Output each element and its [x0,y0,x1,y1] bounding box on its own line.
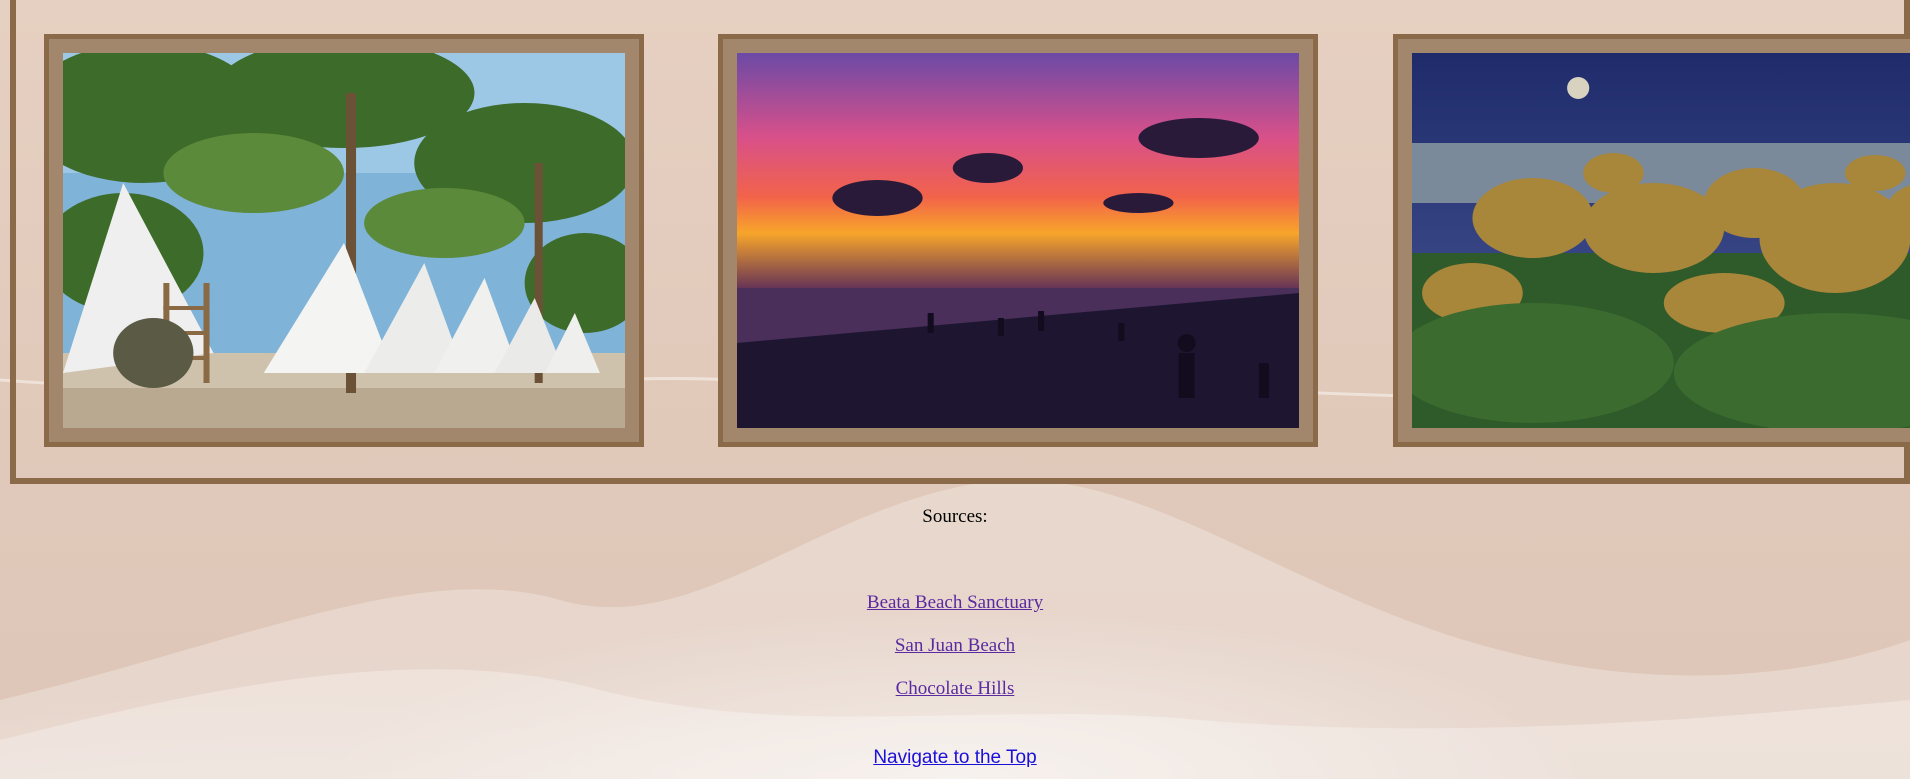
navigate-to-top-link[interactable]: Navigate to the Top [873,747,1036,768]
sources-heading: Sources: [922,506,988,527]
photo-frame-beach-huts [44,34,644,447]
source-links: Beata Beach Sanctuary San Juan Beach Cho… [0,592,1910,721]
photo-frame-chocolate-hills [1393,34,1910,447]
source-link-beata-beach[interactable]: Beata Beach Sanctuary [0,592,1910,614]
chocolate-hills-image [1412,53,1910,428]
navigate-top-container: Navigate to the Top [0,747,1910,769]
beach-huts-image [63,53,625,428]
photo-frame-sunset-beach [718,34,1318,447]
source-link-chocolate-hills[interactable]: Chocolate Hills [0,678,1910,700]
source-link-san-juan-beach[interactable]: San Juan Beach [0,635,1910,657]
sunset-beach-image [737,53,1299,428]
